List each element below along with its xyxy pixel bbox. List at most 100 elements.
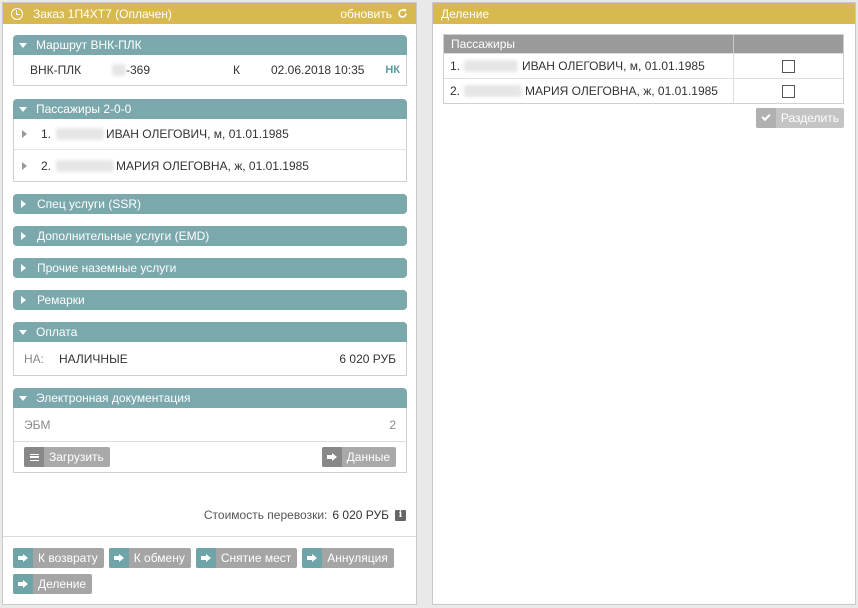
- transport-cost: Стоимость перевозки: 6 020 РУБ i: [204, 508, 406, 522]
- refresh-button[interactable]: обновить: [340, 7, 408, 21]
- split-header: Деление: [433, 3, 855, 24]
- arrow-right-icon: [307, 554, 318, 562]
- edocs-section: Электронная документация ЭБМ 2 Загрузить…: [13, 388, 407, 473]
- table-row: 1. ИВАН ОЛЕГОВИЧ, м, 01.01.1985: [444, 53, 843, 78]
- ssr-section-header[interactable]: Спец услуги (SSR): [13, 194, 407, 214]
- collapse-icon: [19, 329, 27, 335]
- emd-section-header[interactable]: Дополнительные услуги (EMD): [13, 226, 407, 246]
- arrow-right-icon: [18, 580, 28, 588]
- refund-label: К возврату: [38, 551, 98, 565]
- emd-title: Дополнительные услуги (EMD): [37, 229, 210, 243]
- passenger-row[interactable]: 2. МАРИЯ ОЛЕГОВНА, ж, 01.01.1985: [14, 150, 406, 181]
- upload-button[interactable]: Загрузить: [24, 447, 110, 467]
- passengers-section: Пассажиры 2-0-0 1. ИВАН ОЛЕГОВИЧ, м, 01.…: [13, 99, 407, 182]
- passenger-number: 1.: [41, 127, 52, 141]
- expand-icon: [22, 161, 27, 170]
- arrow-right-icon: [113, 554, 124, 562]
- arrow-icon-wrap: [321, 447, 342, 467]
- data-button[interactable]: Данные: [321, 447, 396, 467]
- row-name: МАРИЯ ОЛЕГОВНА, ж, 01.01.1985: [525, 84, 718, 98]
- ground-services-section: Прочие наземные услуги: [13, 258, 407, 278]
- expand-icon: [21, 200, 26, 208]
- departure-datetime: 02.06.2018 10:35: [271, 63, 365, 77]
- order-panel: Заказ 1П4ХТ7 (Оплачен) обновить Маршрут …: [2, 2, 417, 605]
- data-label: Данные: [346, 450, 390, 464]
- split-title: Деление: [441, 6, 490, 21]
- passenger-row[interactable]: 1. ИВАН ОЛЕГОВИЧ, м, 01.01.1985: [14, 119, 406, 150]
- unseat-label: Снятие мест: [220, 551, 292, 565]
- order-header: Заказ 1П4ХТ7 (Оплачен) обновить: [3, 3, 416, 24]
- check-icon-wrap: [755, 108, 776, 128]
- split-action-button[interactable]: Деление: [13, 574, 93, 594]
- passengers-section-header[interactable]: Пассажиры 2-0-0: [13, 99, 407, 119]
- col-passengers-header: Пассажиры: [444, 35, 734, 53]
- passenger-checkbox[interactable]: [782, 84, 795, 98]
- split-passengers-table: Пассажиры 1. ИВАН ОЛЕГОВИЧ, м, 01.01.198…: [443, 34, 844, 104]
- route-body: ВНК-ПЛК -369 К 02.06.2018 10:35 НК: [13, 55, 407, 86]
- expand-icon: [21, 232, 26, 240]
- route-section: Маршрут ВНК-ПЛК ВНК-ПЛК -369 К 02.06.201…: [13, 35, 407, 86]
- edocs-row: ЭБМ 2: [14, 408, 406, 442]
- surname-redacted: [56, 159, 115, 172]
- split-button-label: Разделить: [780, 111, 839, 125]
- exchange-button[interactable]: К обмену: [108, 548, 191, 568]
- passenger-cell: 1. ИВАН ОЛЕГОВИЧ, м, 01.01.1985: [444, 54, 734, 78]
- cost-value: 6 020 РУБ: [332, 508, 389, 522]
- remarks-section-header[interactable]: Ремарки: [13, 290, 407, 310]
- payment-section-header[interactable]: Оплата: [13, 322, 407, 342]
- surname-redacted: [56, 128, 105, 140]
- passengers-title: Пассажиры 2-0-0: [36, 102, 132, 116]
- clock-icon: [11, 7, 23, 20]
- passenger-checkbox[interactable]: [782, 59, 795, 73]
- info-icon[interactable]: i: [395, 509, 406, 521]
- ssr-title: Спец услуги (SSR): [37, 197, 141, 211]
- edocs-section-header[interactable]: Электронная документация: [13, 388, 407, 408]
- check-icon: [761, 111, 771, 122]
- ground-services-section-header[interactable]: Прочие наземные услуги: [13, 258, 407, 278]
- row-name: ИВАН ОЛЕГОВИЧ, м, 01.01.1985: [522, 59, 705, 73]
- arrow-icon-wrap: [195, 548, 216, 568]
- surname-redacted: [464, 60, 519, 72]
- emd-section: Дополнительные услуги (EMD): [13, 226, 407, 246]
- arrow-icon-wrap: [302, 548, 323, 568]
- unseat-button[interactable]: Снятие мест: [195, 548, 298, 568]
- split-button[interactable]: Разделить: [755, 108, 844, 128]
- passenger-number: 2.: [41, 158, 52, 173]
- ground-services-title: Прочие наземные услуги: [37, 261, 177, 275]
- exchange-label: К обмену: [133, 551, 185, 565]
- route-segment-row: ВНК-ПЛК -369 К 02.06.2018 10:35 НК: [14, 55, 406, 85]
- arrow-right-icon: [326, 453, 337, 461]
- expand-icon: [21, 296, 26, 304]
- arrow-icon-wrap: [108, 548, 129, 568]
- table-row: 2. МАРИЯ ОЛЕГОВНА, ж, 01.01.1985: [444, 78, 843, 103]
- split-panel: Деление Пассажиры 1. ИВАН ОЛЕГОВИЧ, м, 0…: [432, 2, 856, 605]
- expand-icon: [21, 264, 26, 272]
- edocs-count: 2: [389, 417, 396, 432]
- divider: [3, 536, 416, 537]
- row-number: 2.: [450, 84, 461, 98]
- arrow-right-icon: [200, 554, 211, 562]
- route-section-header[interactable]: Маршрут ВНК-ПЛК: [13, 35, 407, 55]
- collapse-icon: [19, 395, 27, 401]
- expand-icon: [22, 130, 27, 138]
- flight-number: -369: [126, 63, 151, 77]
- order-title: Заказ 1П4ХТ7 (Оплачен): [33, 6, 172, 21]
- refund-button[interactable]: К возврату: [13, 548, 104, 568]
- split-action-label: Деление: [38, 577, 87, 591]
- select-cell: [734, 84, 843, 98]
- passengers-body: 1. ИВАН ОЛЕГОВИЧ, м, 01.01.1985 2. МАРИЯ…: [13, 119, 407, 182]
- arrow-icon-wrap: [13, 574, 33, 594]
- annul-button[interactable]: Аннуляция: [302, 548, 394, 568]
- remarks-section: Ремарки: [13, 290, 407, 310]
- payment-code: НА:: [24, 351, 45, 366]
- passenger-cell: 2. МАРИЯ ОЛЕГОВНА, ж, 01.01.1985: [444, 79, 734, 103]
- segment-status: НК: [385, 64, 400, 76]
- edocs-title: Электронная документация: [36, 391, 191, 405]
- list-icon-wrap: [24, 447, 44, 467]
- split-button-wrap: Разделить: [755, 108, 844, 128]
- route-title: Маршрут ВНК-ПЛК: [36, 38, 142, 52]
- passenger-name: МАРИЯ ОЛЕГОВНА, ж, 01.01.1985: [116, 158, 309, 173]
- upload-label: Загрузить: [49, 450, 104, 464]
- payment-method: НАЛИЧНЫЕ: [59, 351, 128, 366]
- carrier-code-redacted: [112, 64, 126, 76]
